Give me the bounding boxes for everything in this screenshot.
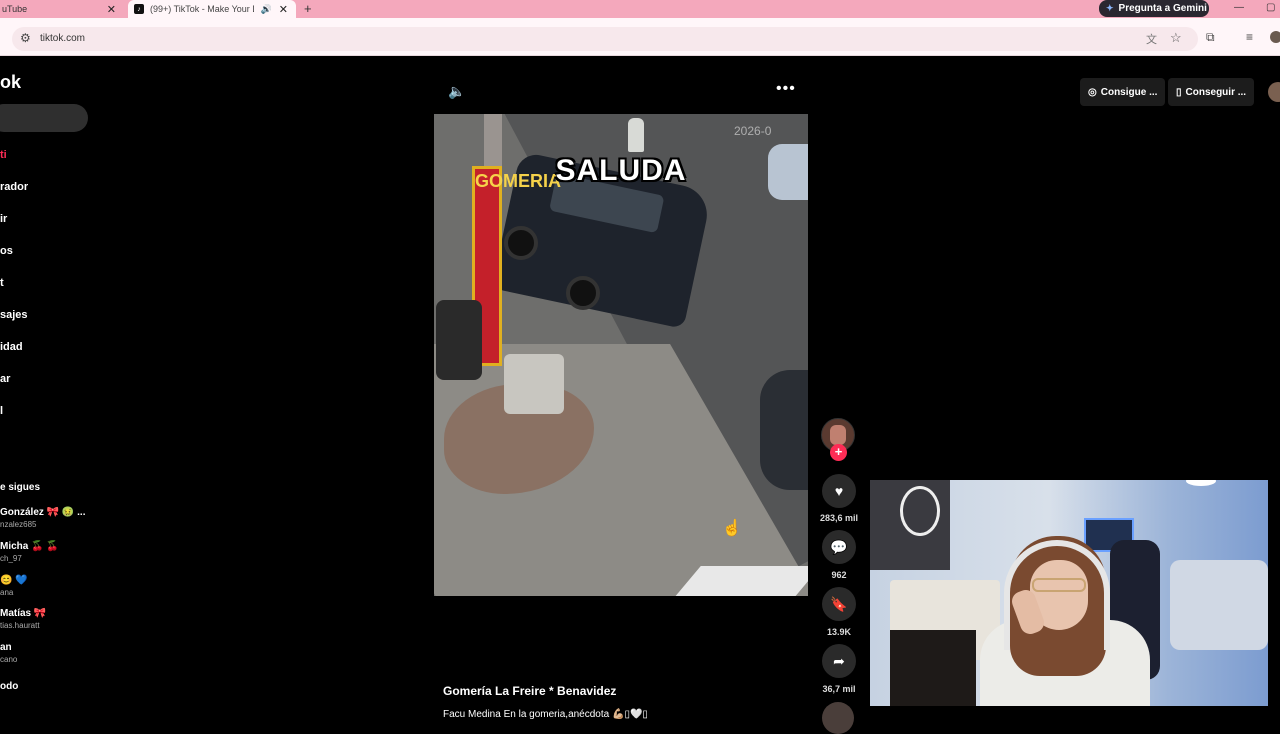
tab-close-icon[interactable]: ✕ (107, 3, 116, 16)
browser-tab-bar: uTube ✕ ♪ (99+) TikTok - Make Your Day 🔊… (0, 0, 1280, 18)
video-author-title[interactable]: Gomería La Freire * Benavidez (443, 684, 616, 698)
url-text[interactable]: tiktok.com (40, 33, 85, 44)
gemini-spark-icon: ✦ (1106, 3, 1114, 13)
account-handle: ana (0, 588, 14, 597)
get-app-button[interactable]: ▯ Conseguir ... (1168, 78, 1255, 106)
minimize-button[interactable]: — (1234, 0, 1244, 18)
coin-icon: ◎ (1088, 86, 1097, 98)
bookmark-star-icon[interactable]: ☆ (1170, 30, 1182, 46)
account-handle: ch_97 (0, 554, 22, 563)
nav-item-profile[interactable]: l (0, 405, 3, 417)
tab-title: uTube (2, 4, 28, 14)
nav-item-explore[interactable]: rador (0, 181, 28, 193)
comment-count: 962 (831, 570, 847, 580)
media-controls-icon[interactable]: ≡ (1246, 30, 1253, 44)
user-avatar[interactable] (1268, 82, 1280, 102)
video-timestamp: 2026-0 (734, 124, 772, 138)
get-coins-button[interactable]: ◎ Consigue ... (1080, 78, 1166, 106)
search-input[interactable] (0, 104, 88, 132)
account-handle: nzalez685 (0, 520, 37, 529)
video-person (628, 118, 644, 152)
profile-avatar[interactable] (1270, 31, 1280, 43)
truck-wheel (504, 226, 538, 260)
video-tire-stack (436, 300, 482, 380)
tab-close-icon[interactable]: ✕ (279, 3, 288, 16)
address-bar-area: ⚙ tiktok.com 文 ☆ (0, 18, 1280, 56)
share-count: 36,7 mil (822, 684, 856, 694)
account-name[interactable]: Micha 🍒 🍒 (0, 541, 59, 552)
gemini-label: Pregunta a Gemini (1118, 3, 1207, 14)
site-settings-icon[interactable]: ⚙ (20, 31, 31, 45)
tiktok-favicon-icon: ♪ (134, 4, 144, 14)
save-button[interactable]: 🔖 (822, 587, 856, 621)
tiktok-logo[interactable]: ok (0, 72, 21, 93)
video-overlay-text: SALUDA (555, 154, 687, 187)
more-options-icon[interactable]: ••• (776, 80, 796, 98)
gemini-button[interactable]: ✦ Pregunta a Gemini (1099, 0, 1209, 17)
video-description: Facu Medina En la gomeria,anécdota 💪🏼▯🤍▯ (443, 709, 648, 720)
cam-dark-panel (890, 630, 976, 706)
comment-button[interactable]: 💬 (822, 530, 856, 564)
like-button[interactable]: ♥ (822, 474, 856, 508)
volume-icon[interactable]: 🔈 (448, 83, 465, 100)
omnibox[interactable]: ⚙ tiktok.com 文 ☆ (12, 27, 1198, 51)
cam-mirror (900, 486, 940, 536)
following-accounts-title: e sigues (0, 482, 41, 493)
phone-icon: ▯ (1176, 86, 1182, 98)
video-sack (504, 354, 564, 414)
video-player[interactable]: GOMERIA 2026-0 SALUDA ☝ (434, 114, 808, 596)
tab-title: (99+) TikTok - Make Your Day (150, 4, 254, 14)
nav-item-activity[interactable]: idad (0, 341, 23, 353)
hand-cursor-icon: ☝ (722, 520, 742, 537)
nav-item-friends[interactable]: os (0, 245, 13, 257)
get-app-label: Conseguir ... (1185, 86, 1247, 98)
next-video-avatar[interactable] (822, 702, 854, 734)
follow-plus-icon[interactable]: + (830, 444, 847, 461)
heart-icon: ♥ (834, 483, 844, 499)
account-name[interactable]: an (0, 642, 12, 653)
nav-item-messages[interactable]: sajes (0, 309, 28, 321)
share-button[interactable]: ➦ (822, 644, 856, 678)
cam-sofa (1170, 560, 1268, 650)
like-count: 283,6 mil (819, 513, 859, 523)
bookmark-icon: 🔖 (830, 596, 848, 612)
truck-wheel (566, 276, 600, 310)
account-handle: cano (0, 655, 18, 664)
comment-icon: 💬 (830, 539, 848, 555)
account-handle: tias.hauratt (0, 621, 40, 630)
save-count: 13.9K (826, 627, 852, 637)
account-name[interactable]: 😊 💙 (0, 575, 28, 586)
tab-audio-icon[interactable]: 🔊 (261, 4, 272, 15)
tab-youtube[interactable]: uTube ✕ (0, 0, 124, 18)
get-coins-label: Consigue ... (1100, 86, 1158, 98)
account-name[interactable]: González 🎀 🤢 ... (0, 507, 85, 518)
new-tab-button[interactable]: + (304, 0, 312, 18)
video-passing-car (760, 370, 808, 490)
nav-item-following[interactable]: ir (0, 213, 7, 225)
translate-icon[interactable]: 文 (1146, 31, 1157, 47)
nav-item-live[interactable]: t (0, 277, 4, 289)
account-name[interactable]: odo (0, 681, 18, 692)
extensions-icon[interactable]: ⧉ (1206, 30, 1215, 45)
nav-item-upload[interactable]: ar (0, 373, 10, 385)
maximize-button[interactable]: ▢ (1266, 0, 1275, 18)
nav-item-for-you[interactable]: ti (0, 149, 7, 161)
tab-tiktok[interactable]: ♪ (99+) TikTok - Make Your Day 🔊 ✕ (128, 0, 296, 18)
share-arrow-icon: ➦ (833, 653, 845, 669)
webcam-overlay (870, 480, 1268, 706)
account-name[interactable]: Matías 🎀 (0, 608, 46, 619)
